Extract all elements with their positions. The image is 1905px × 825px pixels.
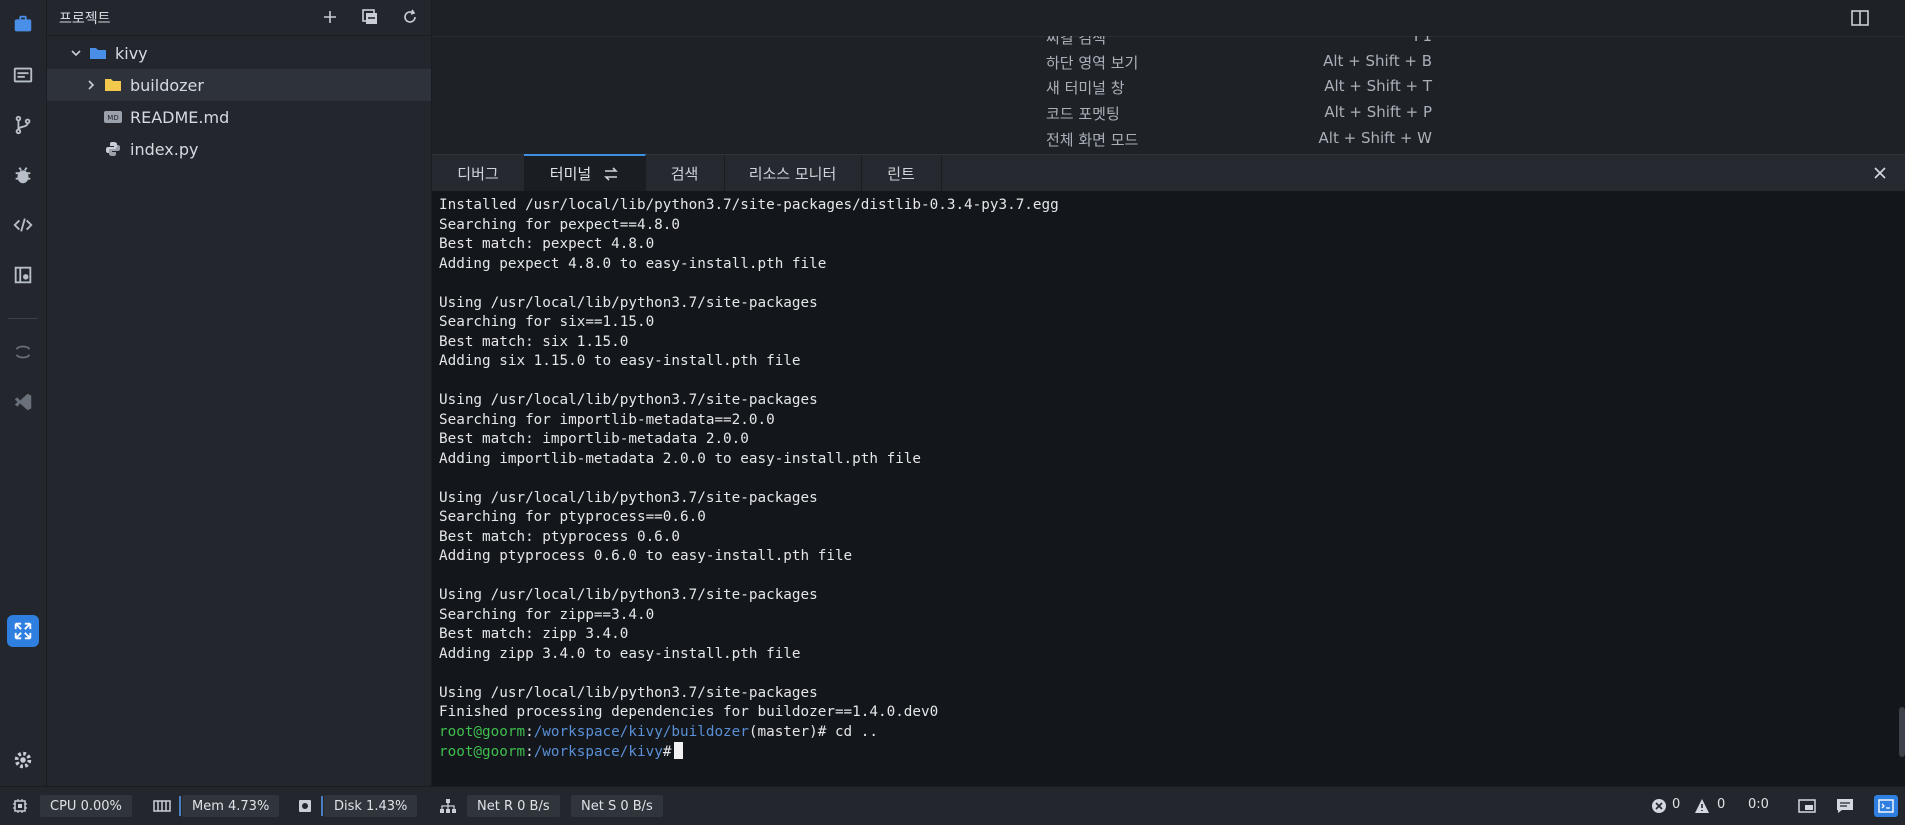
terminal-line: Searching for six==1.15.0	[439, 314, 655, 330]
terminal-scrollbar[interactable]	[1899, 707, 1905, 757]
terminal-line: Adding pexpect 4.8.0 to easy-install.pth…	[439, 255, 827, 272]
memory-usage: Mem 4.73%	[182, 795, 280, 817]
terminal-line: Adding ptyprocess 0.6.0 to easy-install.…	[439, 548, 853, 564]
shortcut-hints: 씨컬 검색 F1 하단 영역 보기 Alt + Shift + B 새 터미널 창A…	[432, 36, 1905, 154]
terminal-cursor	[674, 742, 684, 759]
folder-icon	[104, 76, 122, 94]
terminal-line: Searching for ptyprocess==0.6.0	[439, 509, 706, 525]
error-count[interactable]: 0	[1672, 797, 1680, 812]
activity-bar	[0, 0, 47, 786]
network-send: Net S 0 B/s	[571, 795, 663, 817]
svg-text:MD: MD	[107, 114, 118, 122]
warning-count[interactable]: 0	[1717, 797, 1725, 812]
shortcut-row: 하단 영역 보기 Alt + Shift + B	[1046, 52, 1432, 72]
tree-item-index-py[interactable]: index.py	[47, 133, 431, 165]
cursor-position[interactable]: 0:0	[1748, 797, 1769, 812]
disk-usage: Disk 1.43%	[324, 795, 418, 817]
terminal-line: Searching for pexpect==4.8.0	[439, 216, 681, 233]
shortcut-row: 코드 포멧팅 Alt + Shift + P	[1046, 103, 1432, 123]
code-icon[interactable]	[7, 209, 39, 241]
divider	[8, 318, 38, 319]
disk-icon	[295, 796, 315, 816]
editor-window-icon[interactable]	[7, 59, 39, 91]
network-receive: Net R 0 B/s	[467, 795, 560, 817]
terminal-line: Searching for zipp==3.4.0	[439, 606, 655, 623]
shortcut-row: 전체 화면 모드 Alt + Shift + W	[1046, 129, 1432, 149]
tree-item-buildozer[interactable]: buildozer	[47, 69, 431, 101]
terminal-output[interactable]: Installed /usr/local/lib/python3.7/site-…	[432, 191, 1905, 786]
close-panel-icon[interactable]	[1873, 165, 1887, 184]
layout-icon[interactable]	[1797, 796, 1817, 816]
tree-item-readme[interactable]: MD README.md	[47, 101, 431, 133]
main-area: 씨컬 검색 F1 하단 영역 보기 Alt + Shift + B 새 터미널 창A…	[432, 0, 1905, 786]
terminal-toggle-icon[interactable]	[1874, 795, 1898, 817]
terminal-line: Using /usr/local/lib/python3.7/site-pack…	[439, 489, 818, 506]
terminal-line: Adding zipp 3.4.0 to easy-install.pth fi…	[439, 645, 801, 662]
tree-item-label: README.md	[130, 107, 230, 127]
tab-lint[interactable]: 린트	[861, 155, 942, 191]
tab-search[interactable]: 검색	[645, 155, 725, 191]
terminal-line: Finished processing dependencies for bui…	[439, 704, 939, 720]
tab-terminal[interactable]: 터미널	[524, 154, 646, 191]
folder-open-icon	[89, 44, 107, 62]
sync-icon[interactable]	[7, 336, 39, 368]
terminal-line: Using /usr/local/lib/python3.7/site-pack…	[439, 294, 818, 311]
split-layout-icon[interactable]	[1851, 10, 1869, 30]
tree-item-kivy[interactable]: kivy	[47, 37, 431, 69]
python-file-icon	[104, 140, 122, 158]
memory-icon	[152, 796, 172, 816]
editor-top-strip	[432, 0, 1905, 37]
chevron-right-icon[interactable]	[84, 78, 98, 92]
chat-icon[interactable]	[1835, 796, 1855, 816]
bottom-panel-tabs: 디버그 터미널 검색 리소스 모니터 린트	[432, 154, 1905, 192]
git-branch-icon[interactable]	[7, 109, 39, 141]
network-icon	[438, 796, 458, 816]
cpu-usage: CPU 0.00%	[40, 795, 132, 817]
terminal-prompt-line: root@goorm:/workspace/kivy/buildozer(mas…	[439, 723, 878, 740]
terminal-line: Best match: zipp 3.4.0	[439, 626, 629, 642]
terminal-line: Installed /usr/local/lib/python3.7/site-…	[439, 197, 1059, 213]
terminal-line: Using /usr/local/lib/python3.7/site-pack…	[439, 587, 818, 603]
vscode-icon[interactable]	[7, 386, 39, 418]
terminal-line: Searching for importlib-metadata==2.0.0	[439, 411, 775, 428]
terminal-line: Adding six 1.15.0 to easy-install.pth fi…	[439, 353, 801, 369]
sidebar-title: 프로젝트	[59, 10, 111, 27]
tree-item-label: buildozer	[130, 75, 204, 95]
terminal-line: Best match: ptyprocess 0.6.0	[439, 528, 681, 545]
terminal-swap-icon[interactable]	[603, 166, 619, 181]
divider	[321, 796, 323, 816]
expand-icon[interactable]	[7, 615, 39, 647]
error-icon[interactable]	[1649, 796, 1669, 816]
debug-bug-icon[interactable]	[7, 159, 39, 191]
project-sidebar: 프로젝트 kivy buildozer MD README.md index.p…	[47, 0, 432, 786]
add-icon[interactable]	[319, 6, 341, 28]
tree-item-label: index.py	[130, 139, 199, 159]
shortcut-row: 씨컬 검색 F1	[1046, 36, 1432, 47]
warning-icon[interactable]	[1692, 796, 1712, 816]
terminal-line: Best match: six 1.15.0	[439, 333, 629, 350]
markdown-file-icon: MD	[104, 108, 122, 126]
tab-resource-monitor[interactable]: 리소스 모니터	[724, 155, 862, 191]
shortcut-row: 새 터미널 창 Alt + Shift + T	[1046, 77, 1432, 97]
divider	[179, 796, 181, 816]
cpu-chip-icon	[10, 796, 30, 816]
terminal-line: Best match: importlib-metadata 2.0.0	[439, 431, 749, 447]
terminal-line: Using /usr/local/lib/python3.7/site-pack…	[439, 392, 818, 408]
terminal-line: Using /usr/local/lib/python3.7/site-pack…	[439, 684, 818, 701]
tab-debug[interactable]: 디버그	[432, 155, 525, 191]
chevron-down-icon[interactable]	[69, 46, 83, 60]
tree-item-label: kivy	[115, 43, 148, 63]
sidebar-header: 프로젝트	[47, 0, 431, 36]
project-briefcase-icon[interactable]	[7, 8, 39, 40]
terminal-prompt-line: root@goorm:/workspace/kivy#	[439, 742, 684, 761]
collapse-all-icon[interactable]	[359, 6, 381, 28]
library-icon[interactable]	[7, 259, 39, 291]
status-bar: CPU 0.00% Mem 4.73% Disk 1.43% Net R 0 B…	[0, 786, 1905, 825]
terminal-line: Adding importlib-metadata 2.0.0 to easy-…	[439, 450, 922, 467]
terminal-line: Best match: pexpect 4.8.0	[439, 236, 655, 252]
settings-gear-icon[interactable]	[7, 744, 39, 776]
refresh-icon[interactable]	[399, 6, 421, 28]
